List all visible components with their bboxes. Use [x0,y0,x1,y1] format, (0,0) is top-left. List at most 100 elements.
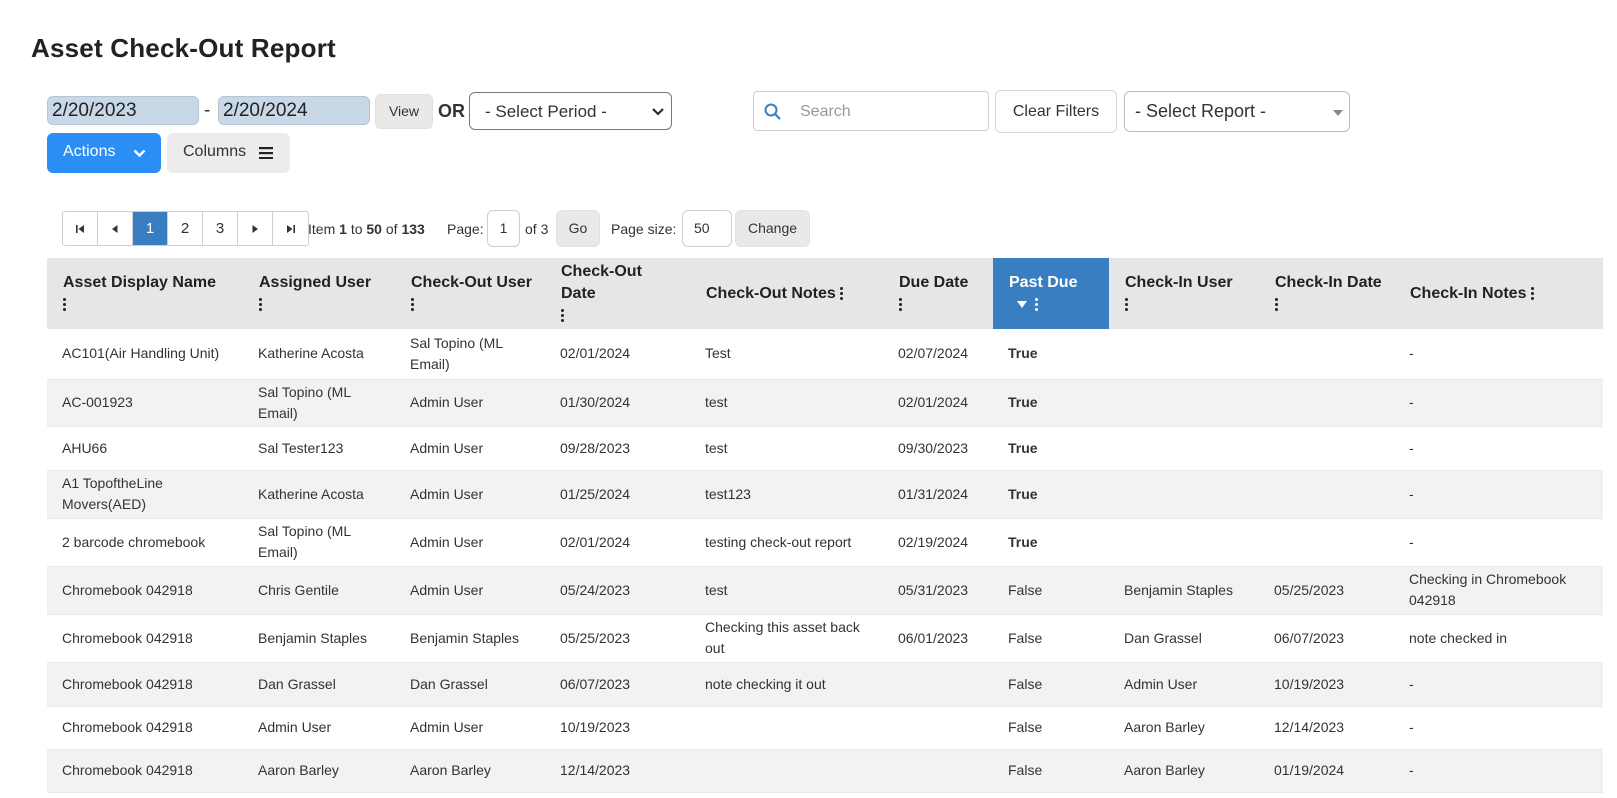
column-header-check-in-user[interactable]: Check-In User [1109,258,1259,329]
table-cell: True [993,470,1109,519]
column-header-assigned-user[interactable]: Assigned User [243,258,395,329]
table-cell: Aaron Barley [1109,749,1259,793]
table-cell [1109,470,1259,519]
table-cell: 02/19/2024 [883,518,993,567]
table-cell[interactable]: Chromebook 042918 [47,662,243,707]
page-button-1[interactable]: 1 [133,212,168,245]
table-row[interactable]: AC-001923 Sal Topino (ML Email) Admin User… [47,379,1603,427]
page-number-input[interactable]: 1 [487,210,520,247]
table-cell: False [993,662,1109,707]
column-menu-icon[interactable] [1530,285,1535,302]
column-menu-icon[interactable] [411,296,415,313]
table-cell [1109,426,1259,471]
table-row[interactable]: Chromebook 042918 Aaron Barley Aaron Barle… [47,749,1603,793]
table-cell: Katherine Acosta [243,470,395,519]
table-row[interactable]: Chromebook 042918 Dan Grassel Dan Grassel 0… [47,662,1603,707]
column-menu-icon[interactable] [259,296,263,313]
table-cell[interactable]: AC101(Air Handling Unit) [47,329,243,380]
period-select-value: - Select Period - [485,102,607,121]
column-menu-icon[interactable] [1035,296,1039,313]
table-cell [1109,379,1259,427]
table-cell: 10/19/2023 [545,706,690,750]
table-cell: 01/25/2024 [545,470,690,519]
table-cell: Checking this asset back out [690,614,883,663]
table-cell[interactable]: Chromebook 042918 [47,566,243,615]
search-input[interactable]: Search [753,91,989,131]
item-total: 133 [401,221,425,237]
table-row[interactable]: AC101(Air Handling Unit) Katherine Acosta… [47,329,1603,380]
table-cell[interactable]: 2 barcode chromebook [47,518,243,567]
table-cell: 05/25/2023 [545,614,690,663]
page-size-input[interactable]: 50 [682,210,732,247]
column-menu-icon[interactable] [899,296,903,313]
item-to: 50 [366,221,382,237]
table-header-row: Asset Display Name Assigned User Check-O… [47,258,1603,329]
view-button[interactable]: View [375,94,433,129]
columns-button[interactable]: Columns [167,133,290,173]
table-cell[interactable]: AHU66 [47,426,243,471]
table-cell: 02/01/2024 [883,379,993,427]
report-select-value: - Select Report - [1135,101,1267,121]
table-cell: Admin User [1109,662,1259,707]
table-cell [1109,518,1259,567]
column-header-due-date[interactable]: Due Date [883,258,993,329]
table-cell[interactable]: AC-001923 [47,379,243,427]
column-header-label: Check-In Notes [1410,284,1527,302]
column-menu-icon[interactable] [1125,296,1129,313]
column-menu-icon[interactable] [1275,296,1279,313]
column-header-asset-display-name[interactable]: Asset Display Name [47,258,243,329]
column-header-check-in-notes[interactable]: Check-In Notes [1394,258,1603,329]
table-row[interactable]: Chromebook 042918 Admin User Admin User 10/… [47,706,1603,750]
actions-button[interactable]: Actions [47,133,161,173]
table-row[interactable]: AHU66 Sal Tester123 Admin User 09/28/2023 te… [47,426,1603,471]
table-cell: 12/14/2023 [545,749,690,793]
table-cell: Benjamin Staples [1109,566,1259,615]
period-select[interactable]: - Select Period - [469,92,672,130]
table-row[interactable]: Chromebook 042918 Benjamin Staples Benjami… [47,614,1603,663]
column-header-check-out-date[interactable]: Check-Out Date [545,258,690,329]
table-row[interactable]: 2 barcode chromebook Sal Topino (ML Email… [47,518,1603,567]
column-header-past-due[interactable]: Past Due [993,258,1109,329]
last-page-button[interactable] [273,212,308,245]
column-header-check-in-date[interactable]: Check-In Date [1259,258,1394,329]
table-cell: Admin User [395,566,545,615]
table-row[interactable]: A1 TopoftheLine Movers(AED) Katherine Aco… [47,470,1603,519]
date-from-input[interactable]: 2/20/2023 [47,96,199,125]
table-row[interactable]: Chromebook 042918 Chris Gentile Admin User… [47,566,1603,615]
table-cell: test123 [690,470,883,519]
table-cell: Aaron Barley [395,749,545,793]
table-cell: - [1394,706,1603,750]
table-cell[interactable]: Chromebook 042918 [47,614,243,663]
table-cell [883,662,993,707]
change-button[interactable]: Change [735,210,810,247]
column-header-label: Check-Out Notes [706,284,836,302]
column-menu-icon[interactable] [561,307,565,324]
column-header-check-out-user[interactable]: Check-Out User [395,258,545,329]
table-cell: False [993,749,1109,793]
report-select[interactable]: - Select Report - [1124,91,1350,132]
table-cell [1259,470,1394,519]
table-cell: Dan Grassel [243,662,395,707]
table-cell: True [993,426,1109,471]
clear-filters-button[interactable]: Clear Filters [995,90,1117,133]
table-cell [1259,329,1394,380]
column-menu-icon[interactable] [840,285,844,302]
table-cell [883,749,993,793]
page-button-2[interactable]: 2 [168,212,203,245]
table-cell[interactable]: Chromebook 042918 [47,749,243,793]
table-cell[interactable]: A1 TopoftheLine Movers(AED) [47,470,243,519]
table-cell: 05/31/2023 [883,566,993,615]
page-button-3[interactable]: 3 [203,212,238,245]
column-header-check-out-notes[interactable]: Check-Out Notes [690,258,883,329]
actions-label: Actions [63,143,116,160]
caret-down-icon [1333,110,1343,116]
table-cell[interactable]: Chromebook 042918 [47,706,243,750]
table-cell [690,706,883,750]
go-button[interactable]: Go [556,210,600,247]
date-to-input[interactable]: 2/20/2024 [218,96,370,125]
page-label: Page: [447,221,484,237]
prev-page-button[interactable] [98,212,133,245]
column-menu-icon[interactable] [63,296,67,313]
first-page-button[interactable] [63,212,98,245]
next-page-button[interactable] [238,212,273,245]
